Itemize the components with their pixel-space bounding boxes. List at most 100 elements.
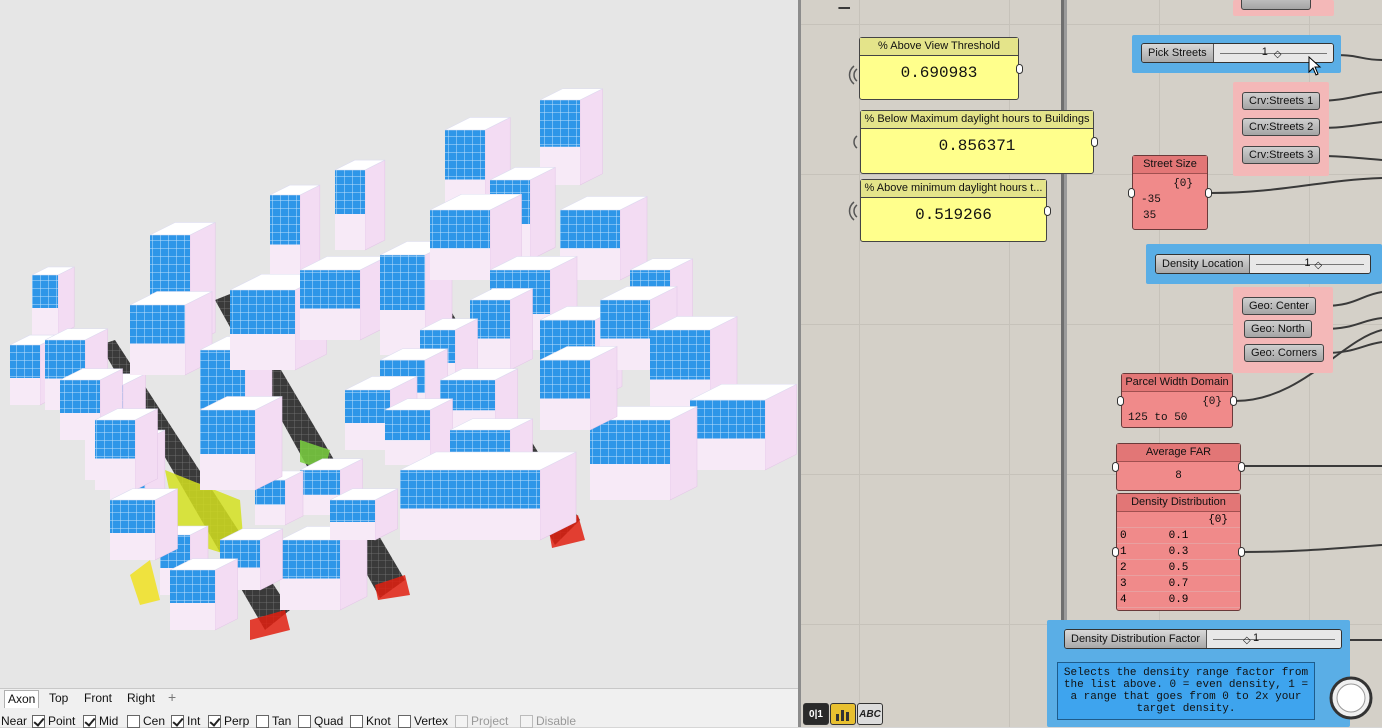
building-45 (109, 488, 178, 561)
param-crv-streets-2[interactable]: Crv:Streets 2 (1242, 118, 1321, 136)
tab-top[interactable]: Top (46, 690, 71, 708)
checkbox-icon[interactable] (350, 714, 363, 728)
osnap-disable[interactable]: Disable (520, 714, 576, 728)
output-grip[interactable] (1091, 137, 1098, 147)
list-item: 0 0.1 (1117, 528, 1240, 544)
osnap-point[interactable]: Point (32, 714, 75, 728)
checkbox-icon[interactable] (256, 714, 269, 728)
checkbox-icon[interactable] (171, 714, 184, 728)
tab-front[interactable]: Front (81, 690, 115, 708)
density-location-slider[interactable]: Density Location 1 ◇ (1155, 254, 1371, 274)
slider-track[interactable]: 1 ◇ (1250, 255, 1370, 273)
list-path: {0} (1117, 512, 1240, 528)
density-list: {0} 0 0.1 1 0.3 2 0.5 3 0.7 4 0.9 (1117, 512, 1240, 608)
param-geo-corners[interactable]: Geo: Corners (1244, 344, 1325, 362)
panel-value: 8 (1175, 470, 1182, 482)
input-grip[interactable] (1128, 187, 1135, 198)
checkbox-icon[interactable] (208, 714, 221, 728)
building-24 (689, 383, 797, 471)
daylight-heat-patch-2 (250, 610, 290, 640)
list-item: 2 0.5 (1117, 560, 1240, 576)
checkbox-icon[interactable] (83, 714, 96, 728)
panel-value-1: 35 (1143, 210, 1157, 222)
building-27 (469, 288, 533, 371)
panel-parcel-width-domain[interactable]: Parcel Width Domain {0} 125 to 50 (1117, 373, 1237, 428)
osnap-tan[interactable]: Tan (256, 714, 291, 728)
note-density-factor: Selects the density range factor from th… (1057, 662, 1315, 720)
checkbox-icon[interactable] (32, 714, 45, 728)
osnap-quad[interactable]: Quad (298, 714, 343, 728)
param-geo-center[interactable]: Geo: Center (1242, 297, 1316, 315)
dial-icon[interactable] (1329, 670, 1377, 724)
panel-view-threshold[interactable]: % Above View Threshold 0.690983 (859, 37, 1023, 100)
building-11 (334, 159, 386, 251)
output-grip[interactable] (1238, 462, 1245, 472)
slider-track[interactable]: ◇ 1 (1207, 630, 1341, 648)
checkbox-icon[interactable] (298, 714, 311, 728)
panel-density-distribution[interactable]: Density Distribution {0} 0 0.1 1 0.3 2 0.5 … (1112, 493, 1245, 611)
mouse-cursor-icon (1308, 56, 1322, 76)
panel-title: Street Size (1133, 156, 1207, 174)
panel-title: % Below Maximum daylight hours to Buildi… (861, 111, 1093, 129)
rhino-viewport[interactable] (0, 0, 798, 688)
tab-right[interactable]: Right (124, 690, 158, 708)
panel-value-0: -35 (1141, 194, 1161, 206)
list-item: 4 0.9 (1117, 592, 1240, 608)
add-viewport-tab-button[interactable]: + (168, 689, 176, 705)
list-item: 3 0.7 (1117, 576, 1240, 592)
panel-value: 0.519266 (915, 206, 992, 224)
building-44 (94, 408, 158, 491)
panel-average-far[interactable]: Average FAR 8 (1112, 443, 1245, 491)
input-grip[interactable] (1117, 395, 1124, 406)
panel-above-min-daylight[interactable]: % Above minimum daylight hours t... 0.51… (860, 179, 1051, 242)
param-crv-streets-1[interactable]: Crv:Streets 1 (1242, 92, 1321, 110)
panel-street-size[interactable]: Street Size {0} -35 35 (1128, 155, 1212, 230)
osnap-mid[interactable]: Mid (83, 714, 118, 728)
output-grip[interactable] (1016, 63, 1023, 74)
pick-streets-slider[interactable]: Pick Streets 1 ◇ (1141, 43, 1334, 63)
checkbox-icon[interactable] (398, 714, 411, 728)
building-42 (199, 396, 283, 491)
input-grip[interactable] (1112, 462, 1119, 472)
osnap-project[interactable]: Project (455, 714, 508, 728)
grasshopper-canvas[interactable]: % Above View Threshold 0.690983 % Below … (801, 0, 1382, 727)
slider-value: 1 (1253, 632, 1260, 644)
slider-knob-icon[interactable]: ◇ (1274, 49, 1282, 60)
param-crv-streets-3[interactable]: Crv:Streets 3 (1242, 146, 1321, 164)
panel-title: Average FAR (1117, 444, 1240, 462)
slider-label: Density Distribution Factor (1065, 630, 1207, 648)
panel-title: % Above View Threshold (860, 38, 1018, 56)
output-grip[interactable] (1238, 547, 1245, 557)
osnap-near[interactable]: Near (1, 714, 27, 728)
output-grip[interactable] (1230, 395, 1237, 406)
slider-knob-icon[interactable]: ◇ (1243, 635, 1251, 646)
param-partial[interactable] (1241, 0, 1311, 10)
panel-value: 0.690983 (900, 64, 978, 82)
slider-label: Density Location (1156, 255, 1251, 273)
building-34 (399, 451, 577, 541)
osnap-cen[interactable]: Cen (127, 714, 165, 728)
toolbar-number-icon[interactable]: 0|1 (803, 703, 829, 725)
output-grip[interactable] (1044, 205, 1051, 216)
osnap-int[interactable]: Int (171, 714, 200, 728)
output-grip[interactable] (1205, 187, 1212, 198)
checkbox-icon[interactable] (455, 714, 468, 728)
building-12 (299, 256, 388, 341)
density-factor-slider[interactable]: Density Distribution Factor ◇ 1 (1064, 629, 1342, 649)
toolbar-chart-icon[interactable] (830, 703, 856, 725)
tab-axon[interactable]: Axon (4, 690, 40, 708)
osnap-bar: Near Point Mid Cen Int Perp Tan Quad Kno… (0, 708, 798, 728)
toolbar-text-icon[interactable]: ABC (857, 703, 883, 725)
input-grip[interactable] (1112, 547, 1119, 557)
checkbox-icon[interactable] (520, 714, 533, 728)
param-geo-north[interactable]: Geo: North (1244, 320, 1312, 338)
osnap-perp[interactable]: Perp (208, 714, 249, 728)
osnap-knot[interactable]: Knot (350, 714, 391, 728)
osnap-vertex[interactable]: Vertex (398, 714, 448, 728)
checkbox-icon[interactable] (127, 714, 140, 728)
panel-title: Parcel Width Domain (1122, 374, 1232, 392)
building-41 (169, 558, 238, 631)
panel-value: 0.856371 (938, 137, 1016, 155)
slider-knob-icon[interactable]: ◇ (1314, 260, 1322, 271)
panel-below-max-daylight[interactable]: % Below Maximum daylight hours to Buildi… (860, 110, 1098, 174)
